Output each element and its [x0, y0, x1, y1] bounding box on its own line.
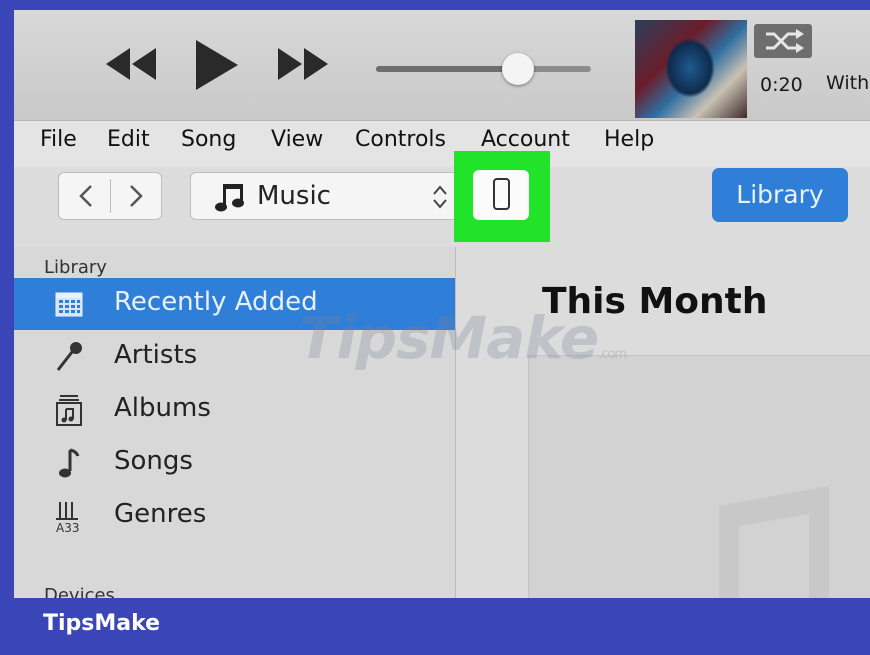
- sidebar-item-label: Albums: [114, 393, 211, 423]
- fast-forward-icon[interactable]: [272, 44, 334, 84]
- album-icon: [56, 395, 82, 426]
- music-placeholder-icon: [719, 486, 829, 598]
- grid-icon: [55, 292, 83, 317]
- now-playing-title: With: [826, 72, 870, 94]
- chevron-left-icon: [79, 185, 92, 207]
- menu-help[interactable]: Help: [604, 127, 654, 152]
- watermark-text: TipsMake: [298, 304, 599, 372]
- menu-account[interactable]: Account: [481, 127, 570, 152]
- shuffle-icon: [766, 29, 804, 53]
- back-button[interactable]: [69, 179, 105, 213]
- main-content: This Month: [456, 247, 870, 598]
- sidebar-item-label: Genres: [114, 499, 207, 529]
- history-nav: [58, 172, 162, 220]
- rewind-icon[interactable]: [100, 44, 162, 84]
- svg-text:A33: A33: [56, 521, 79, 533]
- menu-file[interactable]: File: [40, 127, 77, 152]
- itunes-window: 0:20 With File Edit Song View Controls A…: [14, 10, 870, 598]
- microphone-icon: [56, 342, 82, 371]
- play-icon[interactable]: [192, 38, 240, 92]
- volume-slider-knob[interactable]: [502, 53, 534, 85]
- sidebar-item-label: Artists: [114, 340, 198, 370]
- media-type-label: Music: [257, 181, 331, 211]
- library-heading: Library: [44, 257, 107, 278]
- music-note-icon: [59, 448, 80, 478]
- guitar-icon: A33: [56, 502, 79, 533]
- sidebar-item-label: Recently Added: [114, 287, 318, 317]
- menu-edit[interactable]: Edit: [107, 127, 150, 152]
- device-button[interactable]: [473, 170, 529, 220]
- watermark-suffix: .com: [598, 347, 627, 362]
- album-placeholder[interactable]: [528, 355, 870, 598]
- sidebar-item-albums[interactable]: Albums: [14, 384, 455, 436]
- sidebar-item-genres[interactable]: A33 Genres: [14, 490, 455, 542]
- sidebar-item-label: Songs: [114, 446, 193, 476]
- music-note-icon: [215, 184, 244, 212]
- chevron-right-icon: [130, 185, 143, 207]
- library-button[interactable]: Library: [712, 168, 848, 222]
- menu-song[interactable]: Song: [181, 127, 236, 152]
- elapsed-time: 0:20: [760, 74, 803, 96]
- up-down-chevron-icon: [433, 185, 447, 209]
- menu-view[interactable]: View: [271, 127, 323, 152]
- brand-label: TipsMake: [43, 611, 161, 636]
- menu-controls[interactable]: Controls: [355, 127, 446, 152]
- watermark: TipsMake.com: [298, 304, 627, 372]
- media-type-select[interactable]: Music: [190, 172, 460, 220]
- shuffle-button[interactable]: [754, 24, 812, 58]
- sidebar: Library Recently Added Artists Albums So…: [14, 247, 456, 598]
- iphone-icon: [493, 178, 510, 210]
- forward-button[interactable]: [117, 179, 153, 213]
- devices-heading: Devices: [44, 585, 115, 598]
- album-artwork[interactable]: [635, 20, 747, 118]
- sidebar-item-songs[interactable]: Songs: [14, 437, 455, 489]
- volume-slider[interactable]: [376, 66, 591, 72]
- player-bar: 0:20 With: [14, 10, 870, 121]
